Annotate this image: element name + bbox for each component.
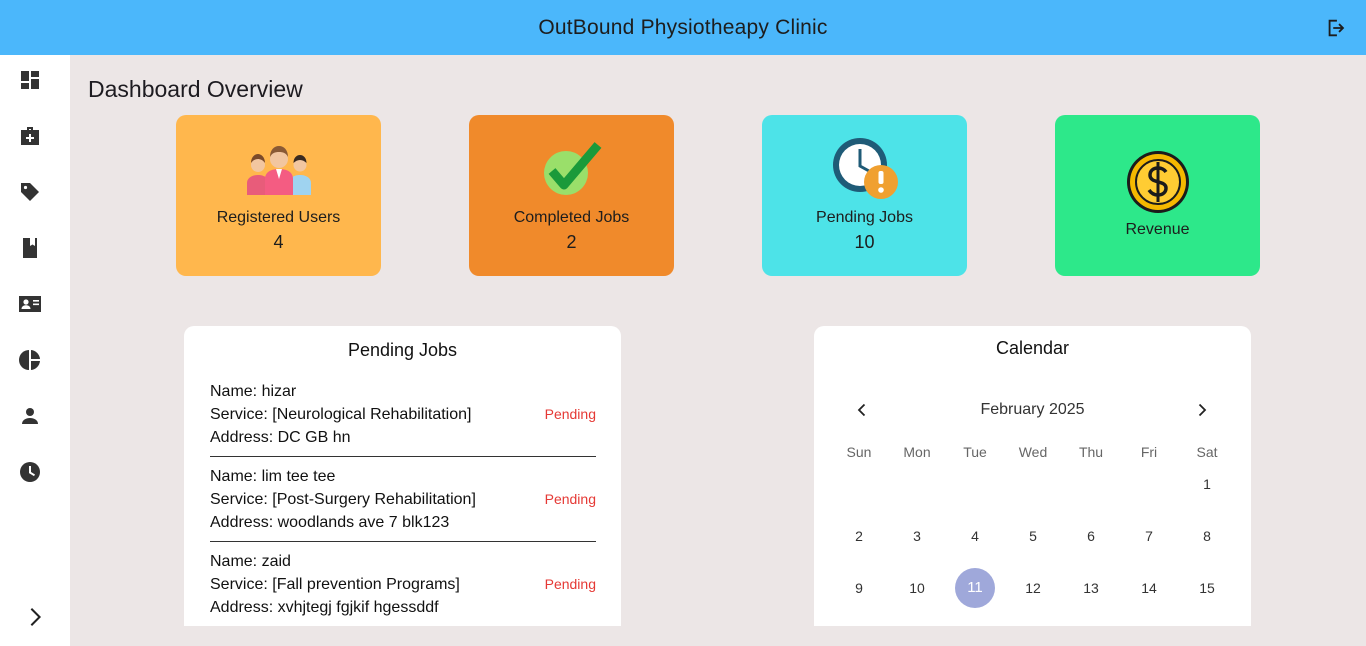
calendar-day-selected[interactable]: 11 <box>955 568 995 608</box>
clock-icon[interactable] <box>18 460 42 484</box>
divider <box>210 541 596 542</box>
pending-jobs-card[interactable]: Pending Jobs 10 <box>762 115 967 276</box>
panel-title: Pending Jobs <box>347 340 458 360</box>
calendar-day[interactable]: 10 <box>897 568 937 608</box>
book-icon[interactable] <box>18 236 42 260</box>
weekday-label: Sun <box>846 444 872 460</box>
job-item[interactable]: Name: lim tee tee Service: [Post-Surgery… <box>210 465 596 542</box>
stat-label: Revenue <box>1125 221 1190 238</box>
chevron-right-icon[interactable] <box>1194 402 1210 418</box>
medical-kit-icon[interactable] <box>18 124 42 148</box>
stat-label: Completed Jobs <box>513 209 630 226</box>
job-address: Address: DC GB hn <box>210 429 351 446</box>
revenue-card[interactable]: Revenue <box>1055 115 1260 276</box>
job-name: Name: lim tee tee <box>210 468 336 485</box>
weekday-label: Thu <box>1078 444 1104 460</box>
page-title: Dashboard Overview <box>88 76 303 102</box>
calendar-day[interactable]: 7 <box>1129 516 1169 556</box>
calendar-day[interactable]: 13 <box>1071 568 1111 608</box>
job-item[interactable]: Name: zaid Service: [Fall prevention Pro… <box>210 550 596 619</box>
person-icon[interactable] <box>18 404 42 428</box>
job-name: Name: zaid <box>210 553 291 570</box>
month-navigation: February 2025 <box>814 398 1251 422</box>
job-address: Address: xvhjtegj fgjkif hgessddf <box>210 599 439 616</box>
chevron-right-icon[interactable] <box>24 606 46 628</box>
pie-chart-icon[interactable] <box>18 348 42 372</box>
calendar-day[interactable]: 14 <box>1129 568 1169 608</box>
completed-jobs-card[interactable]: Completed Jobs 2 <box>469 115 674 276</box>
calendar-day[interactable]: 3 <box>897 516 937 556</box>
app-title: OutBound Physiotheapy Clinic <box>538 15 828 39</box>
weekday-label: Wed <box>1018 444 1048 460</box>
app-bar: OutBound Physiotheapy Clinic <box>0 0 1366 55</box>
tag-icon[interactable] <box>18 180 42 204</box>
calendar-day[interactable]: 15 <box>1187 568 1227 608</box>
calendar-day[interactable]: 6 <box>1071 516 1111 556</box>
status-badge: Pending <box>544 406 596 422</box>
calendar-day[interactable]: 1 <box>1187 464 1227 504</box>
weekday-label: Mon <box>903 444 931 460</box>
status-badge: Pending <box>544 491 596 507</box>
calendar-day[interactable]: 4 <box>955 516 995 556</box>
calendar-day[interactable]: 9 <box>839 568 879 608</box>
dollar-coin-icon <box>1126 151 1189 213</box>
status-badge: Pending <box>544 576 596 592</box>
dashboard-icon[interactable] <box>18 68 42 92</box>
stat-value: 4 <box>273 232 284 252</box>
users-group-icon <box>246 146 311 195</box>
job-service: Service: [Post-Surgery Rehabilitation] <box>210 491 476 508</box>
calendar-day[interactable]: 5 <box>1013 516 1053 556</box>
logout-icon[interactable] <box>1325 17 1347 39</box>
calendar-panel: Calendar February 2025 Sun Mon Tue Wed Thu Fr… <box>814 326 1251 626</box>
registered-users-card[interactable]: Registered Users 4 <box>176 115 381 276</box>
job-service: Service: [Fall prevention Programs] <box>210 576 460 593</box>
job-name: Name: hizar <box>210 383 297 400</box>
calendar-day[interactable]: 8 <box>1187 516 1227 556</box>
navigation-rail <box>0 55 70 646</box>
stat-value: 2 <box>566 232 577 252</box>
divider <box>210 456 596 457</box>
job-item[interactable]: Name: hizar Service: [Neurological Rehab… <box>210 380 596 457</box>
weekday-label: Tue <box>963 444 987 460</box>
job-service: Service: [Neurological Rehabilitation] <box>210 406 472 423</box>
contact-card-icon[interactable] <box>18 292 42 316</box>
calendar-day[interactable]: 12 <box>1013 568 1053 608</box>
panel-title: Calendar <box>995 338 1070 358</box>
weekday-label: Fri <box>1140 444 1158 460</box>
month-label: February 2025 <box>980 401 1085 418</box>
clock-alert-icon <box>832 138 898 199</box>
stat-label: Pending Jobs <box>816 209 913 226</box>
stat-value: 10 <box>854 232 875 252</box>
job-address: Address: woodlands ave 7 blk123 <box>210 514 450 531</box>
pending-jobs-panel: Pending Jobs Name: hizar Service: [Neuro… <box>184 326 621 626</box>
checkmark-icon <box>543 142 601 195</box>
stat-label: Registered Users <box>216 209 341 226</box>
calendar-day[interactable]: 2 <box>839 516 879 556</box>
